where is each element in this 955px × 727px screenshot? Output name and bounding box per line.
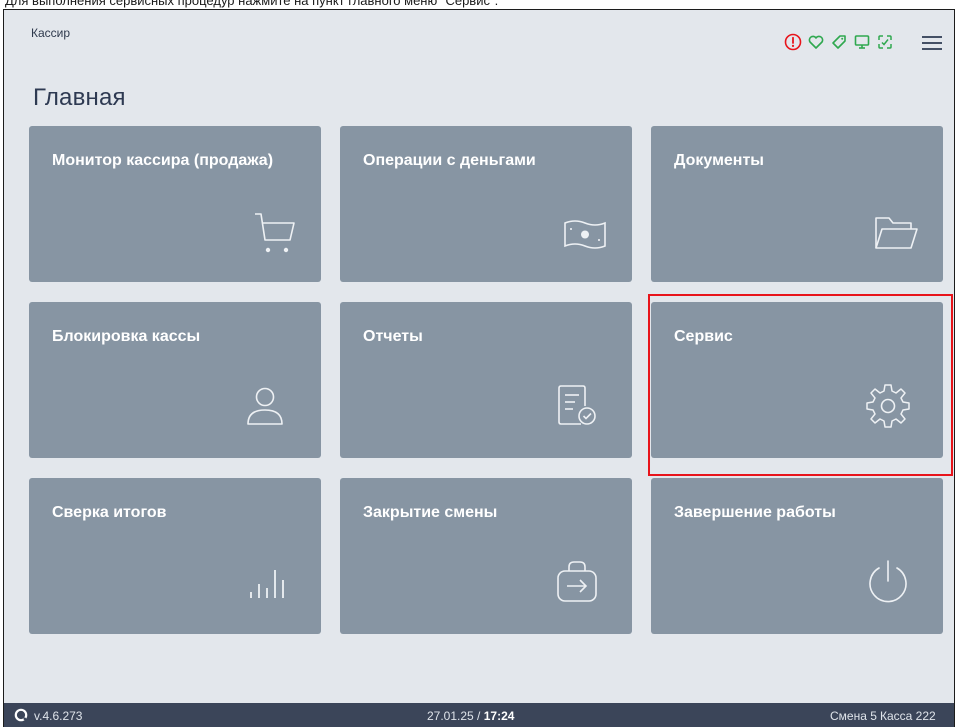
tile-label: Закрытие смены (363, 504, 498, 521)
tile-cashier-monitor[interactable]: Монитор кассира (продажа) (29, 126, 321, 282)
status-bar: v.4.6.273 27.01.25 / 17:24 Смена 5 Касса… (4, 703, 954, 727)
tile-label: Сверка итогов (52, 504, 167, 521)
tile-reports[interactable]: Отчеты (340, 302, 632, 458)
date-time: 27.01.25 / 17:24 (427, 709, 514, 723)
tile-service[interactable]: Сервис (651, 302, 943, 458)
date-time-separator: / (473, 709, 484, 723)
app-logo-icon (14, 708, 28, 722)
tile-label: Монитор кассира (продажа) (52, 152, 274, 169)
tile-label: Блокировка кассы (52, 328, 201, 345)
user-icon (247, 387, 283, 425)
tag-icon[interactable] (830, 33, 848, 51)
tile-label: Отчеты (363, 328, 423, 345)
app-version: v.4.6.273 (34, 709, 83, 723)
monitor-icon[interactable] (853, 33, 871, 51)
user-role: Кассир (31, 26, 71, 40)
exit-icon (557, 561, 597, 602)
tile-close-shift[interactable]: Закрытие смены (340, 478, 632, 634)
time: 17:24 (483, 709, 515, 723)
tile-money-operations[interactable]: Операции с деньгами (340, 126, 632, 282)
tile-label: Сервис (674, 328, 733, 345)
bar-chart-icon (250, 570, 284, 598)
instruction-caption: Для выполнения сервисных процедур нажмит… (5, 0, 499, 8)
alert-icon[interactable] (784, 33, 802, 51)
folder-icon (875, 217, 918, 249)
status-icons (784, 33, 894, 51)
date: 27.01.25 (427, 709, 474, 723)
tile-lock-till[interactable]: Блокировка кассы (29, 302, 321, 458)
hamburger-menu-icon[interactable] (921, 34, 943, 52)
cart-icon (255, 213, 295, 253)
app-window: Кассир Главная Монитор кассира (продажа)… (3, 9, 955, 727)
page-title: Главная (33, 84, 126, 111)
tile-label: Документы (674, 152, 764, 169)
tile-documents[interactable]: Документы (651, 126, 943, 282)
gear-icon (866, 384, 910, 428)
scan-icon[interactable] (876, 33, 894, 51)
report-icon (558, 385, 596, 425)
till-number: Касса 222 (880, 709, 936, 723)
tile-totals-reconciliation[interactable]: Сверка итогов (29, 478, 321, 634)
tile-label: Операции с деньгами (363, 152, 536, 169)
heart-icon[interactable] (807, 33, 825, 51)
power-icon (869, 560, 907, 603)
shift-number: Смена 5 (830, 709, 877, 723)
tile-shutdown[interactable]: Завершение работы (651, 478, 943, 634)
money-icon (564, 220, 606, 249)
tile-label: Завершение работы (674, 504, 836, 521)
